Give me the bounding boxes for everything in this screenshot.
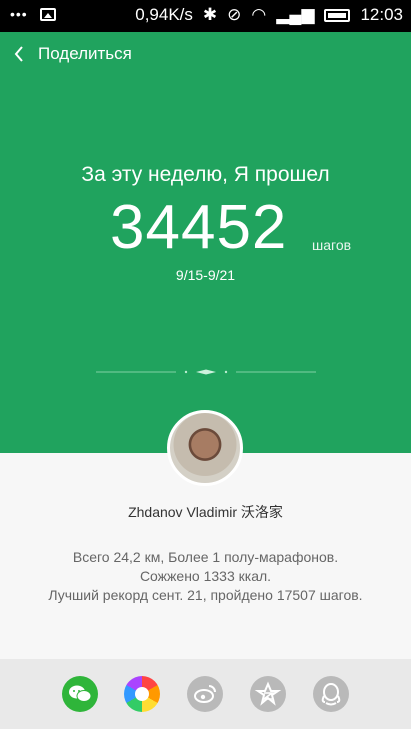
stats-summary: Всего 24,2 км, Более 1 полу-марафонов. С… — [0, 548, 411, 605]
chevron-left-icon — [14, 46, 23, 62]
wechat-share-button[interactable] — [62, 676, 98, 712]
date-range: 9/15-9/21 — [175, 267, 236, 283]
back-button[interactable]: Поделиться — [14, 44, 132, 64]
profile-name: Zhdanov Vladimir 沃洛家 — [128, 504, 283, 520]
avatar — [167, 410, 243, 486]
share-bar — [0, 659, 411, 729]
qzone-icon — [254, 681, 282, 706]
clock: 12:03 — [360, 5, 403, 24]
alarm-off-icon: ⊘ — [227, 5, 242, 24]
signal-icon: ▂▄▆ — [276, 5, 315, 24]
image-notification-icon — [39, 7, 56, 21]
network-speed: 0,94K/s — [135, 5, 193, 24]
stats-line-calories: Сожжено 1333 ккал. — [139, 568, 272, 584]
qq-icon — [321, 683, 341, 706]
stats-line-distance: Всего 24,2 км, Более 1 полу-марафонов. — [72, 549, 339, 565]
moments-share-button[interactable] — [124, 676, 160, 712]
decorative-divider — [96, 369, 316, 375]
step-count: 34452 — [110, 193, 288, 262]
bluetooth-icon: ✱ — [202, 5, 218, 24]
status-bar: ••• 0,94K/s ✱ ⊘ ◠ ▂▄▆ 12:03 — [0, 0, 411, 32]
battery-icon — [324, 8, 351, 22]
summary-panel: Поделиться За эту неделю, Я прошел 34452… — [0, 32, 411, 453]
header-title: Поделиться — [38, 44, 132, 63]
wechat-icon — [69, 685, 92, 702]
summary-headline: За эту неделю, Я прошел — [81, 163, 330, 186]
weibo-share-button[interactable] — [187, 676, 223, 712]
stats-line-record: Лучший рекорд сент. 21, пройдено 17507 ш… — [48, 587, 363, 603]
wifi-icon: ◠ — [251, 5, 267, 24]
weibo-icon — [194, 685, 216, 703]
qq-share-button[interactable] — [313, 676, 349, 712]
qzone-share-button[interactable] — [250, 676, 286, 712]
more-notifications-icon: ••• — [10, 6, 28, 22]
step-unit: шагов — [312, 237, 352, 253]
